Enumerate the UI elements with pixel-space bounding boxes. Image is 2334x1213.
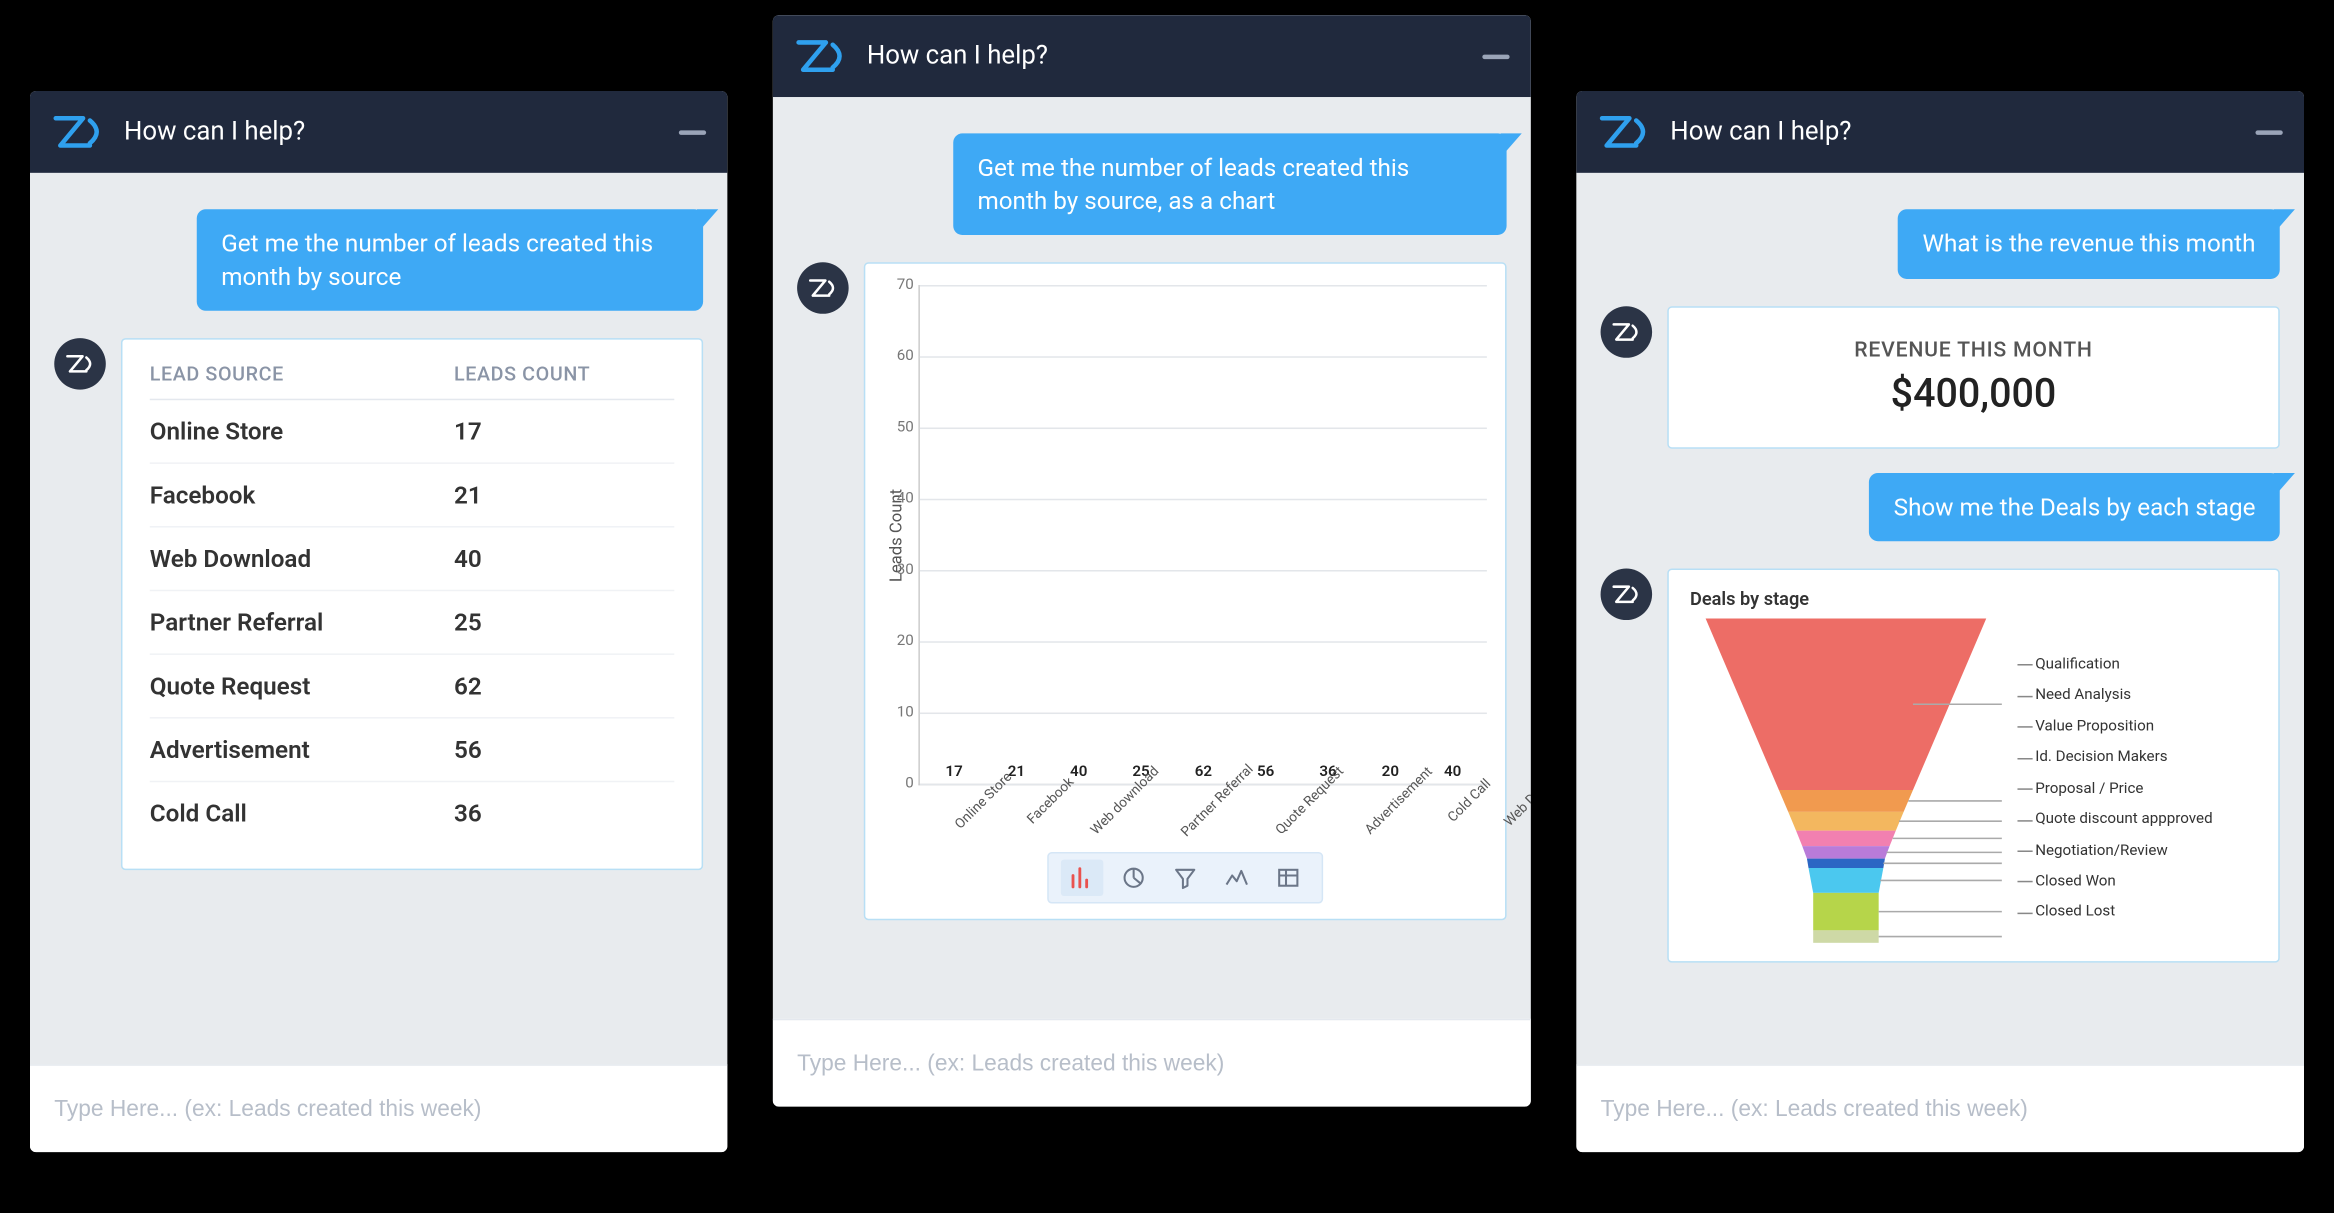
table-cell-source: Quote Request — [150, 672, 454, 701]
funnel-stage-label: Negotiation/Review — [2017, 842, 2257, 859]
table-row: Online Store17 — [150, 401, 675, 465]
table-header-count: LEADS COUNT — [454, 364, 590, 387]
chart-bar-value: 40 — [1070, 764, 1087, 781]
zia-logo — [1598, 111, 1653, 153]
panel-title: How can I help? — [1670, 117, 2237, 147]
zia-panel-table: How can I help? Get me the number of lea… — [30, 91, 727, 1152]
zia-avatar — [1601, 306, 1653, 358]
chart-bar-value: 20 — [1382, 764, 1399, 781]
input-footer — [30, 1064, 727, 1152]
chart-type-funnel-icon[interactable] — [1164, 860, 1206, 896]
table-cell-count: 40 — [454, 545, 482, 574]
zia-avatar — [797, 263, 849, 315]
table-cell-source: Web Download — [150, 545, 454, 574]
table-cell-source: Facebook — [150, 481, 454, 510]
panel-title: How can I help? — [867, 41, 1464, 71]
chart-bar: 17 — [929, 764, 979, 784]
table-cell-count: 21 — [454, 481, 482, 510]
zia-panel-mixed: How can I help? What is the revenue this… — [1576, 91, 2304, 1152]
table-cell-count: 17 — [454, 417, 482, 446]
chart-bar-value: 17 — [945, 764, 962, 781]
chart-xlabel: Web Demo — [1502, 773, 1531, 830]
chart-type-line-icon[interactable] — [1216, 860, 1258, 896]
chat-input[interactable] — [797, 1051, 1506, 1077]
table-cell-count: 62 — [454, 672, 482, 701]
zia-avatar — [1601, 569, 1653, 621]
chart-card: Leads Count 172140256256362040 010203040… — [864, 263, 1507, 921]
funnel-stage-label: Closed Lost — [2017, 904, 2257, 921]
kpi-label: REVENUE THIS MONTH — [1684, 337, 2263, 361]
funnel-title: Deals by stage — [1690, 588, 2257, 609]
input-footer — [1576, 1064, 2304, 1152]
funnel-stage-label: Closed Won — [2017, 873, 2257, 890]
user-message: Show me the Deals by each stage — [1869, 472, 2279, 541]
zia-avatar — [54, 338, 106, 390]
table-cell-source: Partner Referral — [150, 608, 454, 637]
chart-ytick: 0 — [880, 776, 913, 793]
zia-panel-chart: How can I help? Get me the number of lea… — [773, 15, 1531, 1107]
zia-logo — [794, 35, 849, 77]
table-cell-count: 56 — [454, 736, 482, 765]
chart-bar-value: 40 — [1444, 764, 1461, 781]
chart-ytick: 20 — [880, 633, 913, 650]
chart-ytick: 40 — [880, 491, 913, 508]
table-row: Partner Referral25 — [150, 592, 675, 656]
chart-bar-value: 62 — [1195, 764, 1212, 781]
table-row: Quote Request62 — [150, 655, 675, 719]
chart-tools — [884, 852, 1487, 904]
funnel-stage-label: Value Proposition — [2017, 718, 2257, 735]
funnel-stage-label: Proposal / Price — [2017, 780, 2257, 797]
funnel-stage-label: Qualification — [2017, 656, 2257, 673]
table-row: Advertisement56 — [150, 719, 675, 783]
table-cell-count: 25 — [454, 608, 482, 637]
chart-ytick: 10 — [880, 704, 913, 721]
minimize-button[interactable] — [679, 130, 706, 135]
panel-title: How can I help? — [124, 117, 661, 147]
funnel-stage-label: Quote discount appproved — [2017, 811, 2257, 828]
funnel-card: Deals by stage — [1667, 569, 2279, 963]
table-cell-source: Online Store — [150, 417, 454, 446]
user-message: What is the revenue this month — [1898, 209, 2279, 278]
chart-ytick: 60 — [880, 348, 913, 365]
table-header-source: LEAD SOURCE — [150, 364, 454, 387]
user-message: Get me the number of leads created this … — [953, 133, 1506, 235]
chart-ytick: 70 — [880, 277, 913, 294]
table-cell-source: Cold Call — [150, 799, 454, 828]
chart-ytick: 50 — [880, 419, 913, 436]
chart-type-table-icon[interactable] — [1267, 860, 1309, 896]
panel-header: How can I help? — [30, 91, 727, 173]
panel-header: How can I help? — [1576, 91, 2304, 173]
chart-bar-value: 56 — [1257, 764, 1274, 781]
minimize-button[interactable] — [1482, 54, 1509, 59]
minimize-button[interactable] — [2255, 130, 2282, 135]
zia-logo — [51, 111, 106, 153]
chat-input[interactable] — [1601, 1096, 2280, 1122]
funnel-chart — [1690, 619, 2002, 946]
table-row: Cold Call36 — [150, 783, 675, 845]
funnel-stage-label: Id. Decision Makers — [2017, 749, 2257, 766]
chart-bar: 62 — [1178, 764, 1228, 784]
user-message: Get me the number of leads created this … — [197, 209, 703, 311]
chart-grid: 172140256256362040 010203040506070 — [918, 285, 1487, 785]
kpi-value: $400,000 — [1684, 371, 2263, 416]
table-cell-count: 36 — [454, 799, 482, 828]
funnel-stage-label: Need Analysis — [2017, 687, 2257, 704]
kpi-card: REVENUE THIS MONTH $400,000 — [1667, 306, 2279, 449]
table-card: LEAD SOURCE LEADS COUNT Online Store17Fa… — [121, 338, 703, 870]
chart-type-bar-icon[interactable] — [1061, 860, 1103, 896]
table-row: Facebook21 — [150, 464, 675, 528]
panel-header: How can I help? — [773, 15, 1531, 97]
table-cell-source: Advertisement — [150, 736, 454, 765]
table-row: Web Download40 — [150, 528, 675, 592]
chart-ytick: 30 — [880, 562, 913, 579]
chart-type-pie-icon[interactable] — [1112, 860, 1154, 896]
input-footer — [773, 1019, 1531, 1107]
chat-input[interactable] — [54, 1096, 703, 1122]
